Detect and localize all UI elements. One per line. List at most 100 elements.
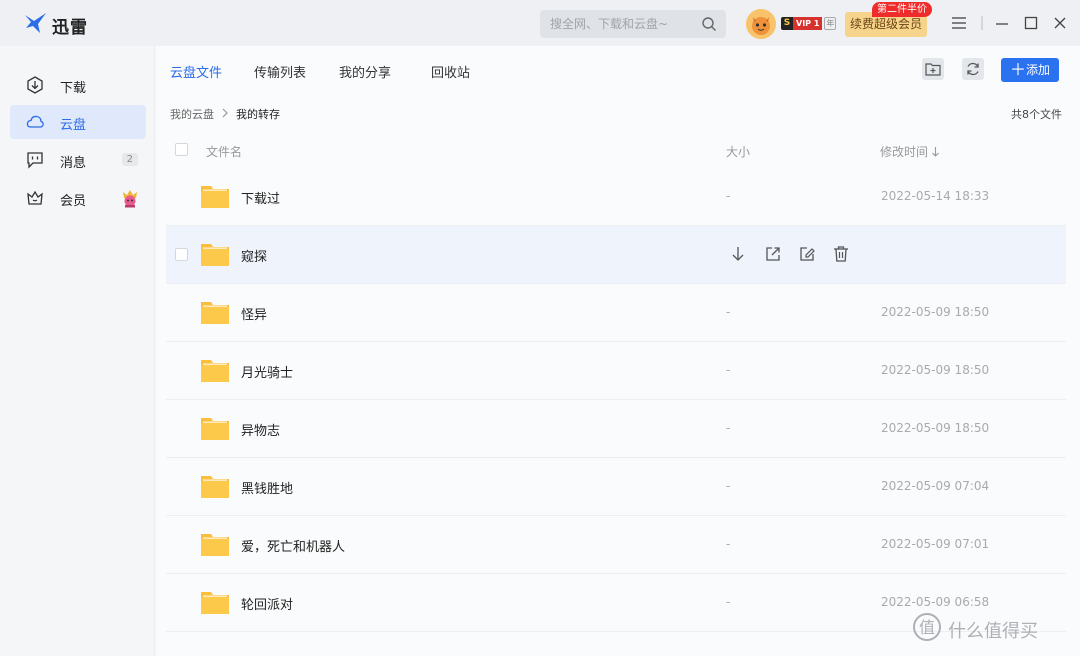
table-row[interactable]: 月光骑士 - 2022-05-09 18:50 <box>166 342 1066 400</box>
table-header: 文件名 大小 修改时间 <box>166 134 1066 166</box>
sidebar-item-label: 会员 <box>60 194 87 209</box>
titlebar-divider <box>981 16 983 30</box>
vip-badge[interactable]: S VIP 1 年 <box>781 17 837 30</box>
column-header-name[interactable]: 文件名 <box>206 143 242 160</box>
cloud-icon <box>26 113 44 131</box>
file-name[interactable]: 异物志 <box>241 420 280 439</box>
promo-badge: 第二件半价 <box>872 2 932 17</box>
column-header-modified[interactable]: 修改时间 <box>880 143 940 160</box>
column-header-modified-label: 修改时间 <box>880 145 929 159</box>
file-name[interactable]: 怪异 <box>241 304 267 323</box>
main-panel: 云盘文件 传输列表 我的分享 回收站 ＋添加 我的云盘 我的转存 共8个文件 文… <box>156 46 1080 656</box>
file-name[interactable]: 轮回派对 <box>241 594 293 613</box>
breadcrumb: 我的云盘 我的转存 <box>170 106 280 122</box>
sort-down-icon <box>928 145 940 159</box>
file-name[interactable]: 黑钱胜地 <box>241 478 293 497</box>
sidebar-item-label: 云盘 <box>60 118 87 133</box>
search-input[interactable] <box>550 10 695 38</box>
file-size: - <box>726 363 731 377</box>
file-modified: 2022-05-09 18:50 <box>881 363 990 377</box>
folder-icon <box>200 297 230 327</box>
file-name[interactable]: 窥探 <box>241 246 267 265</box>
breadcrumb-root[interactable]: 我的云盘 <box>170 106 214 122</box>
app-name: 迅雷 <box>52 17 88 38</box>
file-size: - <box>726 537 731 551</box>
table-row[interactable]: 窥探 <box>166 226 1066 284</box>
tab-my-shares[interactable]: 我的分享 <box>339 62 391 81</box>
delete-action-icon[interactable] <box>832 245 850 263</box>
table-row[interactable]: 黑钱胜地 - 2022-05-09 07:04 <box>166 458 1066 516</box>
folder-icon <box>200 355 230 385</box>
watermark: 值 什么值得买 <box>912 612 1038 647</box>
sidebar-item-label: 消息 <box>60 156 87 171</box>
menu-icon[interactable] <box>951 15 967 31</box>
file-size: - <box>726 421 731 435</box>
tab-recycle-bin[interactable]: 回收站 <box>431 62 470 81</box>
vip-mascot-icon <box>120 188 140 208</box>
sidebar-item-cloud[interactable]: 云盘 <box>10 105 146 139</box>
search-icon[interactable] <box>701 16 717 36</box>
minimize-icon[interactable] <box>994 15 1010 31</box>
file-name[interactable]: 下载过 <box>241 188 280 207</box>
tab-transfer-list[interactable]: 传输列表 <box>254 62 306 81</box>
message-icon <box>26 151 44 169</box>
new-folder-button[interactable] <box>922 58 944 80</box>
file-modified: 2022-05-09 07:01 <box>881 537 990 551</box>
message-count-badge: 2 <box>121 153 138 166</box>
chevron-right-icon <box>221 108 229 121</box>
vip-year-mark: 年 <box>824 17 837 30</box>
thunder-bird-icon <box>24 12 48 38</box>
file-modified: 2022-05-14 18:33 <box>881 189 990 203</box>
folder-icon <box>200 239 230 269</box>
add-button-label: 添加 <box>1026 63 1051 77</box>
sidebar-item-download[interactable]: 下载 <box>10 68 146 102</box>
file-size: - <box>726 305 731 319</box>
file-size: - <box>726 189 731 203</box>
crown-icon <box>26 189 44 207</box>
row-checkbox[interactable] <box>175 248 188 261</box>
sidebar-item-messages[interactable]: 消息 2 <box>10 143 146 177</box>
plus-icon: ＋ <box>1009 60 1026 79</box>
watermark-logo-icon: 值 <box>912 612 942 647</box>
download-action-icon[interactable] <box>729 245 747 263</box>
file-modified: 2022-05-09 06:58 <box>881 595 990 609</box>
file-name[interactable]: 月光骑士 <box>241 362 293 381</box>
table-row[interactable]: 怪异 - 2022-05-09 18:50 <box>166 284 1066 342</box>
folder-icon <box>200 587 230 617</box>
file-count: 共8个文件 <box>1011 108 1062 121</box>
table-row[interactable]: 异物志 - 2022-05-09 18:50 <box>166 400 1066 458</box>
file-modified: 2022-05-09 18:50 <box>881 305 990 319</box>
search-box[interactable] <box>540 10 726 38</box>
app-logo: 迅雷 <box>24 12 88 38</box>
vip-level: VIP 1 <box>793 17 823 30</box>
sidebar: 下载 云盘 消息 2 会员 <box>0 46 155 656</box>
select-all-checkbox[interactable] <box>175 143 188 156</box>
svg-text:值: 值 <box>919 618 935 637</box>
table-row[interactable]: 爱，死亡和机器人 - 2022-05-09 07:01 <box>166 516 1066 574</box>
file-name[interactable]: 爱，死亡和机器人 <box>241 536 345 555</box>
file-size: - <box>726 595 731 609</box>
refresh-button[interactable] <box>962 58 984 80</box>
sidebar-item-label: 下载 <box>60 81 87 96</box>
file-size: - <box>726 479 731 493</box>
maximize-icon[interactable] <box>1023 15 1039 31</box>
folder-icon <box>200 413 230 443</box>
download-icon <box>26 76 44 94</box>
table-row[interactable]: 下载过 - 2022-05-14 18:33 <box>166 168 1066 226</box>
folder-icon <box>200 529 230 559</box>
add-button[interactable]: ＋添加 <box>1001 58 1059 82</box>
avatar[interactable] <box>746 9 776 39</box>
close-icon[interactable] <box>1052 15 1068 31</box>
sidebar-item-vip[interactable]: 会员 <box>10 181 146 215</box>
file-modified: 2022-05-09 07:04 <box>881 479 990 493</box>
rename-action-icon[interactable] <box>798 245 816 263</box>
tab-cloud-files[interactable]: 云盘文件 <box>170 62 222 81</box>
column-header-size[interactable]: 大小 <box>726 143 750 160</box>
share-action-icon[interactable] <box>764 245 782 263</box>
folder-icon <box>200 181 230 211</box>
folder-icon <box>200 471 230 501</box>
file-modified: 2022-05-09 18:50 <box>881 421 990 435</box>
watermark-text: 什么值得买 <box>948 620 1038 642</box>
vip-s-mark: S <box>781 17 793 30</box>
title-bar: 迅雷 S VIP 1 年 续费超级会员 第二件半价 <box>0 0 1080 46</box>
